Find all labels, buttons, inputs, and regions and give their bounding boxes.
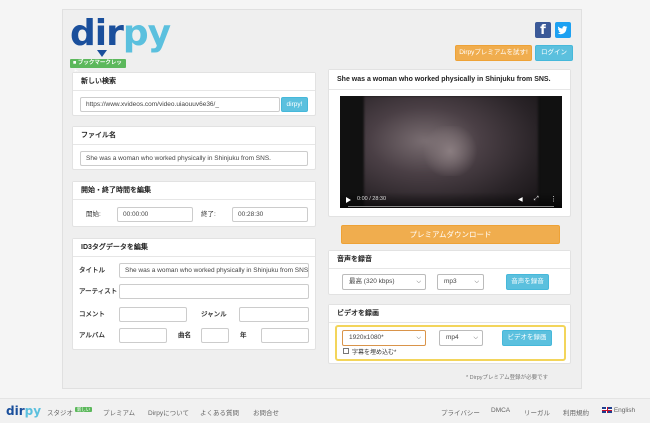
end-time-label: 終了: xyxy=(201,211,216,218)
start-time-label: 開始: xyxy=(86,211,101,218)
footer-contact-link[interactable]: お問合せ xyxy=(253,407,279,417)
audio-quality-select[interactable]: 最高 (320 kbps) ⌵ xyxy=(342,274,426,290)
album-label: アルバム xyxy=(79,332,105,339)
footer-terms-link[interactable]: 利用規約 xyxy=(563,407,589,417)
audio-panel: 音声を録音 最高 (320 kbps) ⌵ mp3 ⌵ 音声を録音 xyxy=(328,250,571,295)
chevron-down-icon: ⌵ xyxy=(473,335,478,341)
uk-flag-icon xyxy=(602,407,612,414)
track-label: 曲名 xyxy=(178,332,191,339)
year-input[interactable] xyxy=(261,328,309,343)
studio-label: スタジオ xyxy=(47,410,73,417)
album-input[interactable] xyxy=(119,328,167,343)
video-panel: ビデオを録画 1920x1080* ⌵ mp4 ⌵ ビデオを録画 字幕を埋め込む… xyxy=(328,304,571,364)
footer-studio-link[interactable]: スタジオ 新しい xyxy=(47,407,93,417)
preview-panel: She was a woman who worked physically in… xyxy=(328,69,571,217)
video-resolution-value: 1920x1080* xyxy=(349,334,384,341)
artist-input[interactable] xyxy=(119,284,309,299)
genre-input[interactable] xyxy=(239,307,309,322)
footer-premium-link[interactable]: プレミアム xyxy=(103,407,135,417)
premium-trial-button[interactable]: Dirpyプレミアムを試す! xyxy=(455,45,532,61)
record-video-button[interactable]: ビデオを録画 xyxy=(502,330,552,346)
track-input[interactable] xyxy=(201,328,229,343)
year-label: 年 xyxy=(240,332,247,339)
subtitle-checkbox[interactable] xyxy=(343,348,349,354)
language-label: English xyxy=(613,407,636,414)
audio-format-select[interactable]: mp3 ⌵ xyxy=(437,274,484,290)
video-title: ビデオを録画 xyxy=(329,305,570,323)
footer-dmca-link[interactable]: DMCA xyxy=(491,407,510,414)
footer: dirpy スタジオ 新しい プレミアム Dirpyについて よくある質問 お問… xyxy=(0,398,650,423)
new-search-title: 新しい検索 xyxy=(73,73,315,91)
audio-quality-value: 最高 (320 kbps) xyxy=(349,278,395,285)
filename-panel: ファイル名 She was a woman who worked physica… xyxy=(72,126,316,170)
start-time-input[interactable]: 00:00:00 xyxy=(117,207,193,222)
play-icon[interactable] xyxy=(346,197,351,203)
video-player[interactable]: 0:00 / 28:30 ◀ ⤢ ⋮ xyxy=(340,96,562,208)
time-edit-title: 開始・終了時間を編集 xyxy=(73,182,315,200)
bookmarklet-badge[interactable]: ■ ブックマークレット xyxy=(70,59,126,75)
id3-panel: ID3タグデータを編集 タイトル She was a woman who wor… xyxy=(72,238,316,350)
video-format-select[interactable]: mp4 ⌵ xyxy=(439,330,483,346)
footer-faq-link[interactable]: よくある質問 xyxy=(200,407,239,417)
footer-about-link[interactable]: Dirpyについて xyxy=(148,407,189,417)
more-options-icon[interactable]: ⋮ xyxy=(550,195,557,203)
video-format-value: mp4 xyxy=(446,334,459,341)
footer-language-link[interactable]: English xyxy=(602,407,635,414)
filename-title: ファイル名 xyxy=(73,127,315,145)
id3-title-label: タイトル xyxy=(79,267,105,274)
footer-privacy-link[interactable]: プライバシー xyxy=(441,407,480,417)
genre-label: ジャンル xyxy=(201,311,227,318)
audio-title: 音声を録音 xyxy=(329,251,570,269)
new-search-panel: 新しい検索 https://www.xvideos.com/video.uiao… xyxy=(72,72,316,116)
bookmark-icon: ■ xyxy=(73,60,77,66)
video-frame-detail xyxy=(420,126,480,176)
id3-title-input[interactable]: She was a woman who worked physically in… xyxy=(119,263,309,278)
preview-title: She was a woman who worked physically in… xyxy=(329,70,570,90)
premium-download-button[interactable]: プレミアムダウンロード xyxy=(341,225,560,244)
footer-logo[interactable]: dirpy xyxy=(6,402,41,420)
comment-label: コメント xyxy=(79,311,105,318)
chevron-down-icon: ⌵ xyxy=(474,279,479,285)
end-time-input[interactable]: 00:28:30 xyxy=(232,207,308,222)
volume-icon[interactable]: ◀ xyxy=(518,196,523,203)
chevron-down-icon: ⌵ xyxy=(416,335,421,341)
record-audio-button[interactable]: 音声を録音 xyxy=(506,274,549,290)
video-resolution-select[interactable]: 1920x1080* ⌵ xyxy=(342,330,426,346)
login-button[interactable]: ログイン xyxy=(535,45,573,61)
comment-input[interactable] xyxy=(119,307,187,322)
time-edit-panel: 開始・終了時間を編集 開始: 00:00:00 終了: 00:28:30 xyxy=(72,181,316,227)
search-url-input[interactable]: https://www.xvideos.com/video.uiaouuv6e3… xyxy=(80,97,280,112)
twitter-icon[interactable] xyxy=(555,22,571,38)
logo-download-arrow-icon xyxy=(97,50,107,57)
video-progress-bar[interactable] xyxy=(348,206,554,207)
logo-text: dirpy xyxy=(70,13,171,54)
audio-format-value: mp3 xyxy=(444,278,457,285)
video-time-display: 0:00 / 28:30 xyxy=(357,196,387,202)
artist-label: アーティスト xyxy=(79,288,118,295)
premium-note: * Dirpyプレミアム登録が必要です xyxy=(466,375,549,381)
dirpy-submit-button[interactable]: dirpy! xyxy=(281,97,308,112)
facebook-icon[interactable]: f xyxy=(535,22,551,38)
fullscreen-icon[interactable]: ⤢ xyxy=(534,196,539,203)
filename-input[interactable]: She was a woman who worked physically in… xyxy=(80,151,308,166)
chevron-down-icon: ⌵ xyxy=(416,279,421,285)
footer-legal-link[interactable]: リーガル xyxy=(524,407,550,417)
id3-title: ID3タグデータを編集 xyxy=(73,239,315,257)
logo[interactable]: dirpy ■ ブックマークレット xyxy=(70,13,171,75)
new-badge: 新しい xyxy=(74,407,93,412)
subtitle-checkbox-label: 字幕を埋め込む* xyxy=(352,350,397,356)
